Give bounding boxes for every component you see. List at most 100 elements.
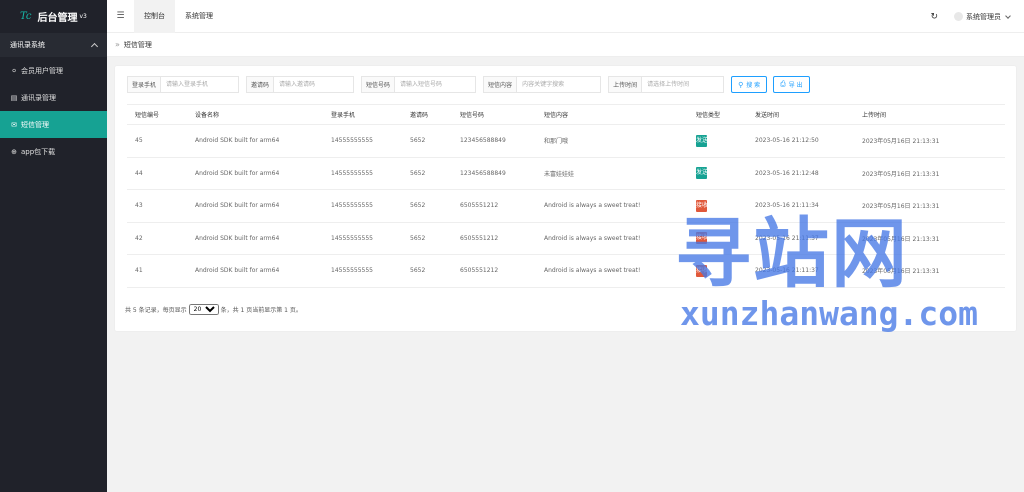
- invite-input[interactable]: [274, 76, 355, 93]
- invite-code: 5652: [402, 189, 452, 223]
- sms-id: 45: [127, 124, 187, 158]
- filter-upload-time: 上传时间: [608, 76, 725, 93]
- page-size-select[interactable]: 20: [188, 304, 219, 315]
- sms-id: 43: [127, 189, 187, 223]
- device-name: Android SDK built for arm64: [187, 124, 323, 158]
- print-icon: ⎙: [780, 80, 786, 88]
- table-row[interactable]: 44 Android SDK built for arm64 145555555…: [127, 157, 1005, 190]
- tab-console[interactable]: 控制台: [134, 0, 175, 33]
- filter-sms-number: 短信号码: [361, 76, 477, 93]
- invite-code: 5652: [402, 222, 452, 255]
- watermark-en: xunzhanwang.com: [680, 294, 979, 333]
- avatar[interactable]: [954, 12, 963, 21]
- user-area: ↻ 系统管理员: [930, 0, 1024, 33]
- breadcrumb: » 短信管理: [107, 33, 1024, 57]
- contact-book-icon: ▤: [10, 93, 18, 102]
- filter-bar: 登录手机 邀请码 短信号码 短信内容 上传时间 ⚲ 搜 索 ⎙ 导 出: [127, 76, 816, 93]
- sms-number-input[interactable]: [395, 76, 477, 93]
- column-header[interactable]: 邀请码: [402, 104, 452, 125]
- table-header-row: 短信编号 设备名称 登录手机 邀请码 短信号码 短信内容 短信类型 发送时间 上…: [127, 104, 1005, 125]
- chevron-up-icon: [90, 42, 99, 51]
- sms-content: Android is always a sweet treat!: [536, 254, 688, 288]
- upload-time: 2023年05月16日 21:13:31: [854, 157, 1005, 190]
- filter-phone: 登录手机: [127, 76, 240, 93]
- login-phone: 14555555555: [323, 189, 402, 223]
- watermark-cn: 寻站网: [675, 209, 909, 298]
- login-phone: 14555555555: [323, 157, 402, 190]
- column-header[interactable]: 短信内容: [536, 104, 688, 125]
- filter-content: 短信内容: [483, 76, 602, 93]
- sms-number: 123456588849: [452, 124, 536, 158]
- filter-label: 短信内容: [483, 76, 518, 93]
- app-version: v3: [79, 13, 87, 20]
- download-icon: ⊕: [11, 147, 17, 156]
- chevron-down-icon[interactable]: [1005, 12, 1011, 19]
- tab-system[interactable]: 系统管理: [175, 0, 223, 33]
- sms-content: 和那门哦: [536, 124, 688, 158]
- content-input[interactable]: [517, 76, 602, 93]
- invite-code: 5652: [402, 157, 452, 190]
- pager-prefix: 共 5 条记录，每页显示: [125, 307, 187, 314]
- topbar: ☰ 控制台 系统管理 ↻ 系统管理员: [107, 0, 1024, 33]
- menu-group-label: 通讯录系统: [10, 41, 45, 49]
- pager-suffix: 条，共 1 页当前显示第 1 页。: [220, 307, 302, 314]
- filter-label: 登录手机: [127, 76, 162, 93]
- column-header[interactable]: 短信编号: [127, 104, 187, 125]
- search-button-label: 搜 索: [746, 82, 761, 89]
- sms-type-cell: 发送: [688, 157, 747, 190]
- sms-id: 44: [127, 157, 187, 190]
- menu-toggle-icon[interactable]: ☰: [107, 11, 134, 21]
- sms-content: Android is always a sweet treat!: [536, 189, 688, 223]
- sms-id: 41: [127, 254, 187, 288]
- device-name: Android SDK built for arm64: [187, 222, 323, 255]
- filter-label: 邀请码: [246, 76, 275, 93]
- sms-content: Android is always a sweet treat!: [536, 222, 688, 255]
- message-icon: ✉: [11, 120, 17, 129]
- sidebar-item-label: 会员用户管理: [21, 66, 63, 75]
- column-header[interactable]: 短信号码: [452, 104, 536, 125]
- sidebar-item-members[interactable]: ⚪ 会员用户管理: [0, 57, 107, 84]
- logo-mark: Tc: [20, 11, 32, 22]
- send-time: 2023-05-16 21:12:48: [747, 157, 854, 190]
- sms-type-cell: 发送: [688, 124, 747, 158]
- search-icon: ⚲: [738, 80, 744, 89]
- upload-time-input[interactable]: [642, 76, 725, 93]
- logo[interactable]: Tc 后台管理 v3: [0, 0, 107, 33]
- sidebar-item-contacts[interactable]: ▤ 通讯录管理: [0, 84, 107, 111]
- table-row[interactable]: 45 Android SDK built for arm64 145555555…: [127, 124, 1005, 158]
- breadcrumb-current[interactable]: 短信管理: [124, 40, 152, 50]
- column-header[interactable]: 登录手机: [323, 104, 402, 125]
- pagination: 共 5 条记录，每页显示 20 条，共 1 页当前显示第 1 页。: [125, 304, 302, 315]
- app-title: 后台管理: [37, 13, 78, 24]
- sms-number: 6505551212: [452, 222, 536, 255]
- admin-name[interactable]: 系统管理员: [966, 12, 1001, 22]
- search-button[interactable]: ⚲ 搜 索: [731, 76, 768, 93]
- sms-number: 6505551212: [452, 189, 536, 223]
- sidebar-item-app-download[interactable]: ⊕ app包下载: [0, 138, 107, 165]
- sidebar-item-label: 短信管理: [21, 120, 49, 129]
- refresh-icon[interactable]: ↻: [930, 12, 938, 22]
- column-header[interactable]: 上传时间: [854, 104, 1005, 125]
- sms-number: 123456588849: [452, 157, 536, 190]
- upload-time: 2023年05月16日 21:13:31: [854, 124, 1005, 158]
- sms-type-badge: 发送: [696, 167, 708, 180]
- filter-invite: 邀请码: [246, 76, 355, 93]
- login-phone: 14555555555: [323, 222, 402, 255]
- filter-label: 短信号码: [361, 76, 396, 93]
- export-button-label: 导 出: [788, 82, 803, 89]
- column-header[interactable]: 设备名称: [187, 104, 323, 125]
- sms-id: 42: [127, 222, 187, 255]
- sidebar-item-label: app包下载: [21, 147, 56, 156]
- phone-input[interactable]: [161, 76, 240, 93]
- sms-number: 6505551212: [452, 254, 536, 288]
- sidebar-item-label: 通讯录管理: [21, 93, 56, 102]
- column-header[interactable]: 短信类型: [688, 104, 747, 125]
- sidebar-item-sms[interactable]: ✉ 短信管理: [0, 111, 107, 138]
- sms-content: 未富娃娃娃: [536, 157, 688, 190]
- column-header[interactable]: 发送时间: [747, 104, 854, 125]
- sidebar: Tc 后台管理 v3 通讯录系统 ⚪ 会员用户管理 ▤ 通讯录管理 ✉ 短信管理…: [0, 0, 107, 492]
- login-phone: 14555555555: [323, 254, 402, 288]
- export-button[interactable]: ⎙ 导 出: [773, 76, 810, 93]
- menu-group-contacts[interactable]: 通讯录系统: [0, 33, 107, 57]
- send-time: 2023-05-16 21:12:50: [747, 124, 854, 158]
